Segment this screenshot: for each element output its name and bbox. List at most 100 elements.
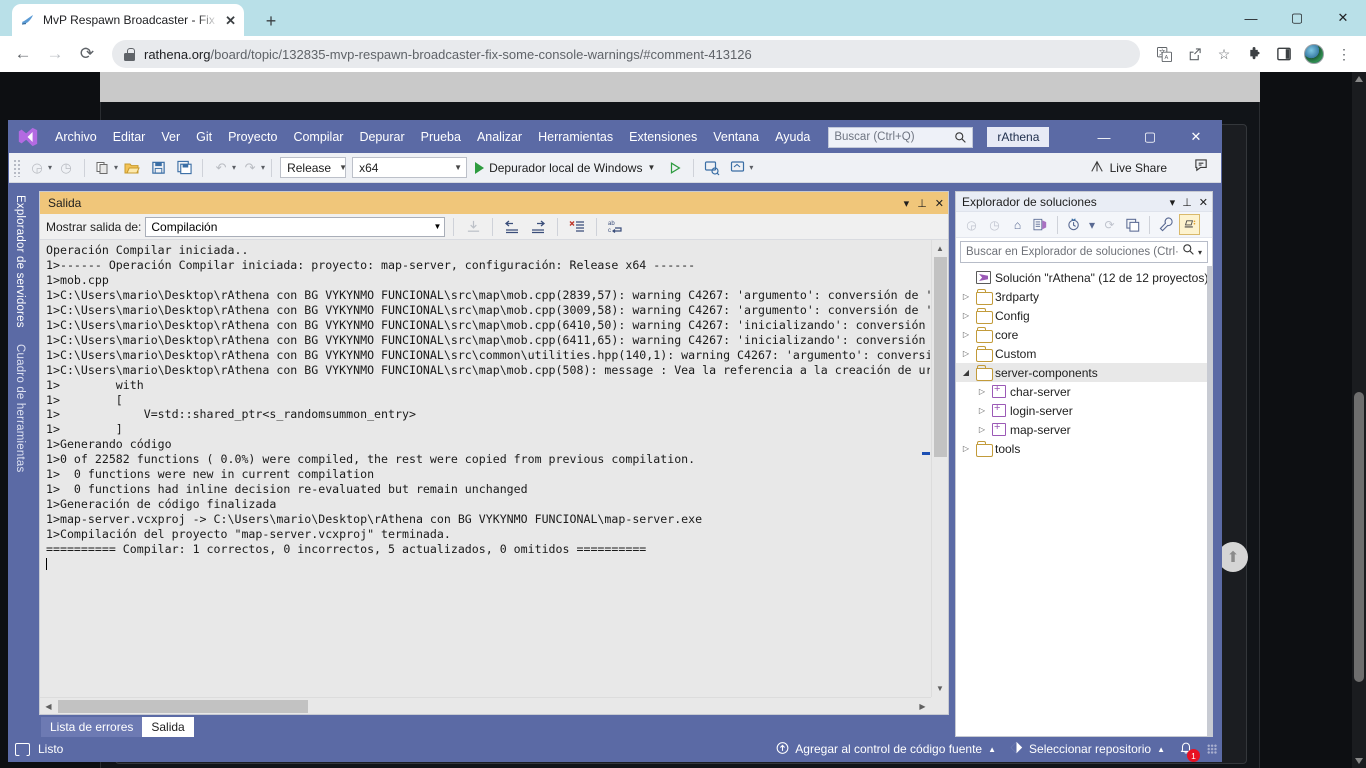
menu-ventana[interactable]: Ventana (705, 121, 767, 153)
new-tab-button[interactable]: + (258, 8, 284, 34)
select-repository-button[interactable]: Seleccionar repositorio ▲ (1010, 741, 1165, 757)
navigate-back-icon[interactable]: ◶ (25, 156, 49, 180)
tree-node-char-server[interactable]: ▷ char-server (956, 382, 1207, 401)
toggle-word-wrap-icon[interactable]: ab c (605, 216, 627, 238)
browser-minimize-button[interactable]: — (1228, 0, 1274, 36)
properties-wrench-icon[interactable] (1156, 214, 1177, 235)
live-share-button[interactable]: Live Share (1090, 153, 1167, 183)
save-all-icon[interactable] (172, 156, 196, 180)
scroll-right-arrow-icon[interactable]: ▶ (914, 698, 931, 714)
build-configuration-select[interactable]: Release ▼ (280, 157, 347, 178)
search-options-caret-icon[interactable]: ▾ (1195, 248, 1205, 257)
start-debug-button[interactable]: Depurador local de Windows ▼ (469, 161, 661, 175)
home-icon[interactable]: ⌂ (1007, 214, 1028, 235)
tab-lista-de-errores[interactable]: Lista de errores (41, 717, 143, 737)
scroll-up-arrow-icon[interactable] (1355, 76, 1363, 82)
vs-close-button[interactable]: ✕ (1173, 121, 1219, 153)
pin-icon[interactable]: ⊥ (1182, 196, 1192, 209)
redo-icon[interactable]: ↷ (238, 156, 262, 180)
pending-changes-filter-icon[interactable] (1064, 214, 1085, 235)
forward-button-icon[interactable]: → (40, 39, 70, 69)
output-text-area[interactable]: Operación Compilar iniciada.. 1>------ O… (40, 240, 948, 714)
scroll-up-arrow-icon[interactable]: ▲ (932, 240, 948, 257)
open-file-icon[interactable] (120, 156, 144, 180)
next-message-icon[interactable] (527, 216, 549, 238)
sidebar-item-cuadro-de-herramientas[interactable]: Cuadro de herramientas (11, 338, 29, 478)
close-icon[interactable]: ✕ (935, 197, 944, 210)
attach-to-process-icon[interactable] (700, 156, 724, 180)
search-icon[interactable] (1182, 243, 1195, 261)
toolbar-grip[interactable] (13, 158, 21, 177)
vs-account-badge[interactable]: rAthena (987, 127, 1050, 147)
menu-ayuda[interactable]: Ayuda (767, 121, 818, 153)
tree-node-map-server[interactable]: ▷ map-server (956, 420, 1207, 439)
go-to-message-icon[interactable] (462, 216, 484, 238)
scroll-thumb[interactable] (1354, 392, 1364, 682)
tree-expander-icon[interactable]: ▷ (960, 292, 972, 301)
previous-message-icon[interactable] (501, 216, 523, 238)
extensions-puzzle-icon[interactable] (1240, 40, 1268, 68)
tree-node-tools[interactable]: ▷ tools (956, 439, 1207, 458)
tree-node-login-server[interactable]: ▷ login-server (956, 401, 1207, 420)
menu-herramientas[interactable]: Herramientas (530, 121, 621, 153)
tree-node-3rdparty[interactable]: ▷ 3rdparty (956, 287, 1207, 306)
window-menu-chevron-icon[interactable]: ▾ (1170, 196, 1176, 209)
menu-editar[interactable]: Editar (105, 121, 154, 153)
notifications-button[interactable]: 1 (1179, 740, 1200, 762)
filter-caret-icon[interactable]: ▾ (1087, 214, 1097, 235)
scroll-left-arrow-icon[interactable]: ◀ (40, 698, 57, 714)
vs-minimize-button[interactable]: — (1081, 121, 1127, 153)
menu-ver[interactable]: Ver (153, 121, 188, 153)
translate-icon[interactable]: 文A (1150, 40, 1178, 68)
navigate-back-icon[interactable]: ◶ (961, 214, 982, 235)
tree-expander-icon[interactable]: ▷ (960, 330, 972, 339)
menu-compilar[interactable]: Compilar (285, 121, 351, 153)
tree-node-config[interactable]: ▷ Config (956, 306, 1207, 325)
scroll-down-arrow-icon[interactable] (1355, 758, 1363, 764)
vs-maximize-button[interactable]: ▢ (1127, 121, 1173, 153)
browser-maximize-button[interactable]: ▢ (1274, 0, 1320, 36)
menu-git[interactable]: Git (188, 121, 220, 153)
profile-avatar-icon[interactable] (1300, 40, 1328, 68)
collapse-all-icon[interactable] (1122, 214, 1143, 235)
tab-salida[interactable]: Salida (142, 717, 194, 737)
solution-view-icon[interactable] (1030, 214, 1051, 235)
menu-analizar[interactable]: Analizar (469, 121, 530, 153)
tab-close-icon[interactable]: ✕ (225, 14, 236, 27)
new-project-icon[interactable] (91, 156, 115, 180)
tree-expander-icon[interactable]: ▷ (960, 311, 972, 320)
tree-expander-icon[interactable]: ◢ (960, 368, 972, 377)
reload-button-icon[interactable]: ⟳ (72, 39, 102, 69)
navigate-forward-icon[interactable]: ◷ (984, 214, 1005, 235)
menu-depurar[interactable]: Depurar (351, 121, 412, 153)
navigate-forward-icon[interactable]: ◷ (54, 156, 78, 180)
solution-tree-scrollbar[interactable] (1207, 266, 1212, 736)
back-button-icon[interactable]: ← (8, 39, 38, 69)
save-icon[interactable] (146, 156, 170, 180)
output-vscroll-thumb[interactable] (934, 257, 947, 457)
bookmark-star-icon[interactable]: ☆ (1210, 40, 1238, 68)
build-platform-select[interactable]: x64 ▼ (352, 157, 468, 178)
page-scrollbar[interactable] (1352, 72, 1366, 768)
scroll-down-arrow-icon[interactable]: ▼ (932, 680, 948, 697)
tree-expander-icon[interactable]: ▷ (960, 444, 972, 453)
tree-expander-icon[interactable]: ▷ (976, 387, 988, 396)
chrome-menu-icon[interactable]: ⋮ (1330, 40, 1358, 68)
sidepanel-icon[interactable] (1270, 40, 1298, 68)
tree-root-solution[interactable]: Solución "rAthena" (12 de 12 proyectos) (956, 268, 1207, 287)
add-to-source-control-button[interactable]: Agregar al control de código fuente ▲ (776, 741, 996, 758)
menu-archivo[interactable]: Archivo (47, 121, 105, 153)
tree-node-server-components[interactable]: ◢ server-components (956, 363, 1207, 382)
menu-proyecto[interactable]: Proyecto (220, 121, 285, 153)
window-menu-chevron-icon[interactable]: ▾ (904, 197, 910, 210)
output-vertical-scrollbar[interactable]: ▲ ▼ (931, 240, 948, 697)
select-startup-item-icon[interactable] (726, 156, 750, 180)
close-icon[interactable]: ✕ (1199, 196, 1208, 209)
tree-node-custom[interactable]: ▷ Custom (956, 344, 1207, 363)
menu-prueba[interactable]: Prueba (413, 121, 469, 153)
vs-search-box[interactable]: Buscar (Ctrl+Q) (828, 126, 974, 148)
tree-expander-icon[interactable]: ▷ (976, 425, 988, 434)
tree-expander-icon[interactable]: ▷ (976, 406, 988, 415)
output-horizontal-scrollbar[interactable]: ◀ ▶ (40, 697, 931, 714)
menu-extensiones[interactable]: Extensiones (621, 121, 705, 153)
